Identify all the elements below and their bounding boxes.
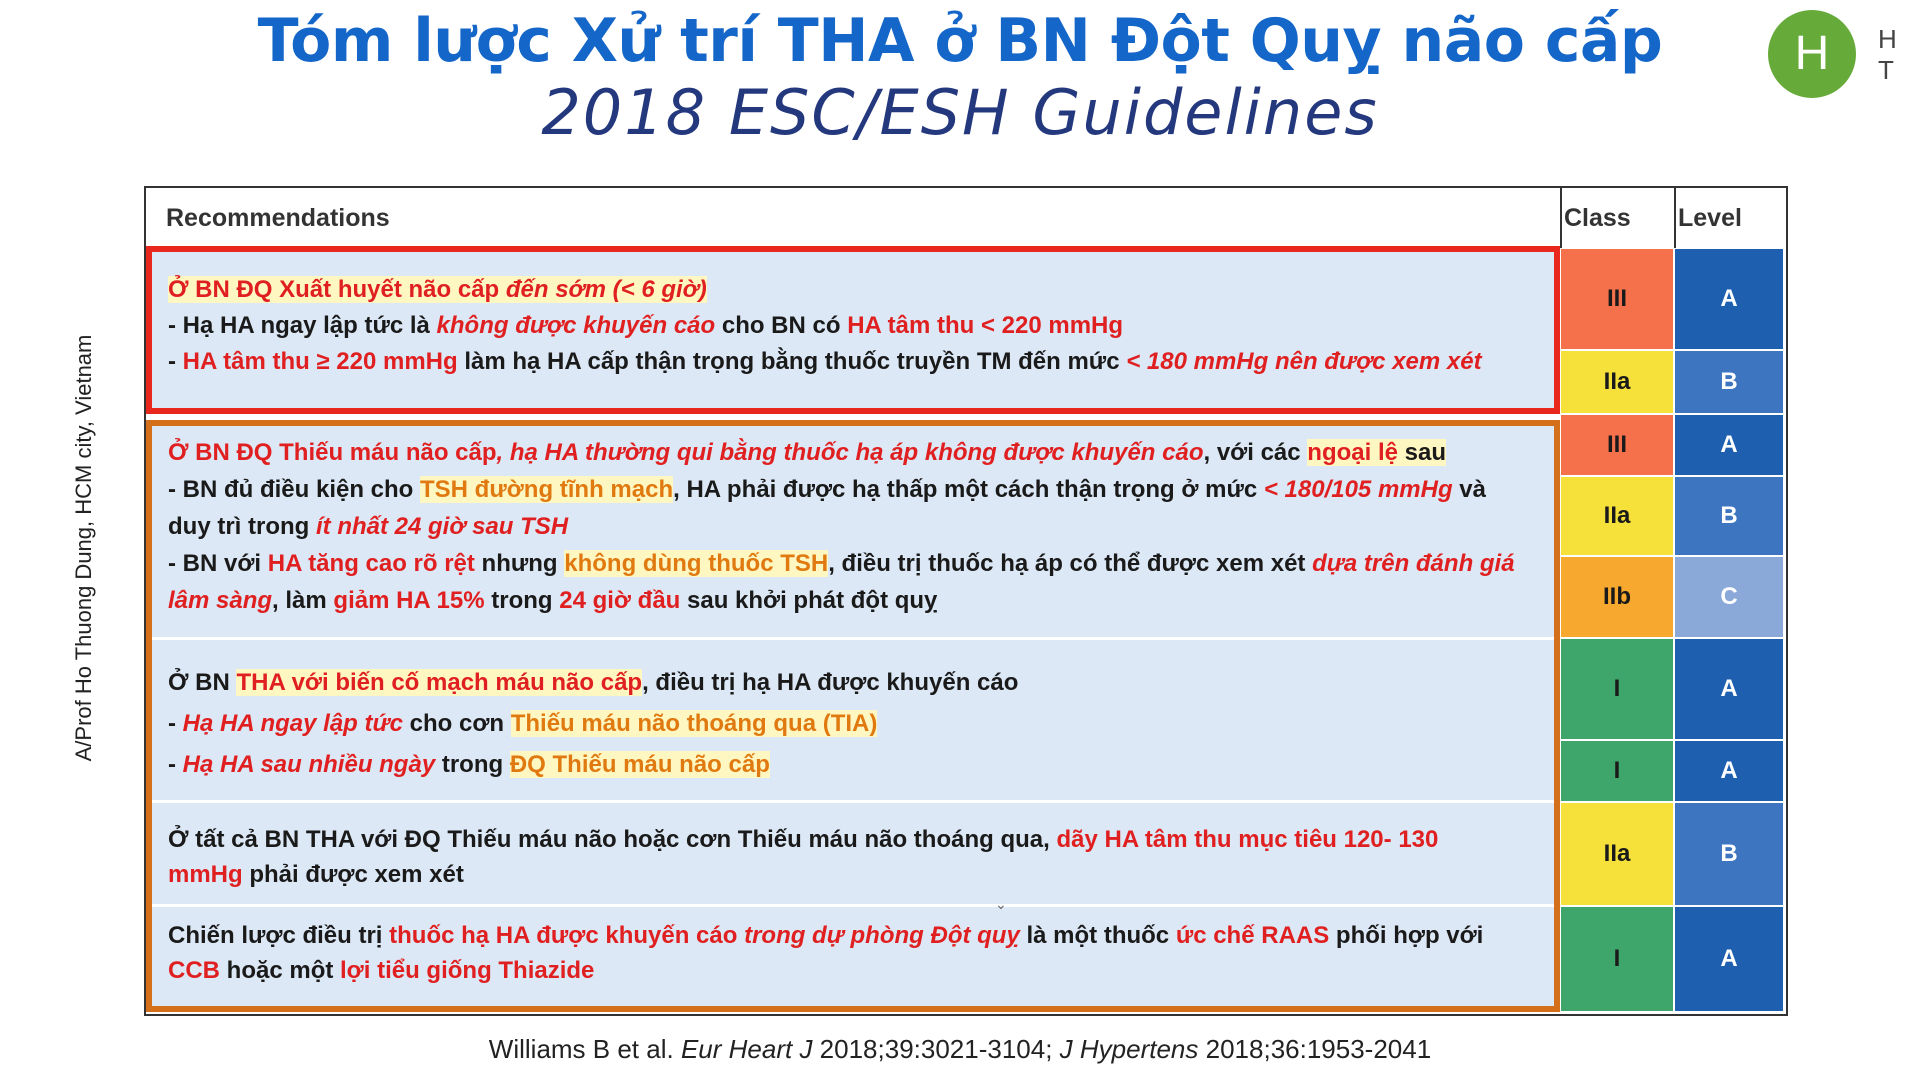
row-2-recommendation: Ở BN ĐQ Thiếu máu não cấp, hạ HA thường … bbox=[168, 439, 1515, 614]
header-level: Level bbox=[1678, 204, 1742, 232]
header-divider bbox=[1560, 188, 1562, 248]
avatar[interactable]: H bbox=[1768, 10, 1856, 98]
header-class: Class bbox=[1564, 204, 1631, 232]
level-cell: A bbox=[1674, 740, 1784, 802]
class-cell: III bbox=[1560, 414, 1674, 476]
level-cell: B bbox=[1674, 802, 1784, 906]
level-cell: C bbox=[1674, 556, 1784, 638]
side-credit-text: A/Prof Ho Thuong Dung, HCM city, Vietnam bbox=[71, 334, 96, 762]
class-cell: IIa bbox=[1560, 350, 1674, 414]
avatar-label: H T bbox=[1878, 24, 1903, 85]
class-cell: III bbox=[1560, 248, 1674, 350]
header-recommendations: Recommendations bbox=[166, 204, 390, 232]
class-cell: I bbox=[1560, 740, 1674, 802]
row-separator bbox=[152, 800, 1554, 803]
class-cell: IIa bbox=[1560, 476, 1674, 556]
class-cell: IIb bbox=[1560, 556, 1674, 638]
level-cell: B bbox=[1674, 350, 1784, 414]
row-3-recommendation: Ở BN THA với biến cố mạch máu não cấp, đ… bbox=[168, 669, 1019, 778]
row-separator bbox=[152, 637, 1554, 640]
level-cell: A bbox=[1674, 638, 1784, 740]
class-cell: IIa bbox=[1560, 802, 1674, 906]
row-1-recommendation: Ở BN ĐQ Xuất huyết não cấp đến sớm (< 6 … bbox=[168, 276, 1482, 375]
class-cell: I bbox=[1560, 906, 1674, 1012]
row-4-recommendation: Ở tất cả BN THA với ĐQ Thiếu máu não hoặ… bbox=[168, 826, 1439, 888]
side-credit: A/Prof Ho Thuong Dung, HCM city, Vietnam bbox=[71, 298, 96, 798]
level-cell: A bbox=[1674, 906, 1784, 1012]
page-title: Tóm lược Xử trí THA ở BN Đột Quỵ não cấp bbox=[257, 6, 1663, 76]
level-cell: A bbox=[1674, 248, 1784, 350]
page-subtitle: 2018 ESC/ESH Guidelines bbox=[541, 76, 1379, 149]
class-cell: I bbox=[1560, 638, 1674, 740]
header-divider bbox=[1674, 188, 1676, 248]
row-5-recommendation: Chiến lược điều trị thuốc hạ HA được khu… bbox=[168, 922, 1484, 984]
level-cell: A bbox=[1674, 414, 1784, 476]
chevron-down-icon: ⌄ bbox=[995, 896, 1007, 912]
level-cell: B bbox=[1674, 476, 1784, 556]
citation: Williams B et al. Eur Heart J 2018;39:30… bbox=[488, 1034, 1432, 1064]
row-separator bbox=[152, 904, 1554, 907]
